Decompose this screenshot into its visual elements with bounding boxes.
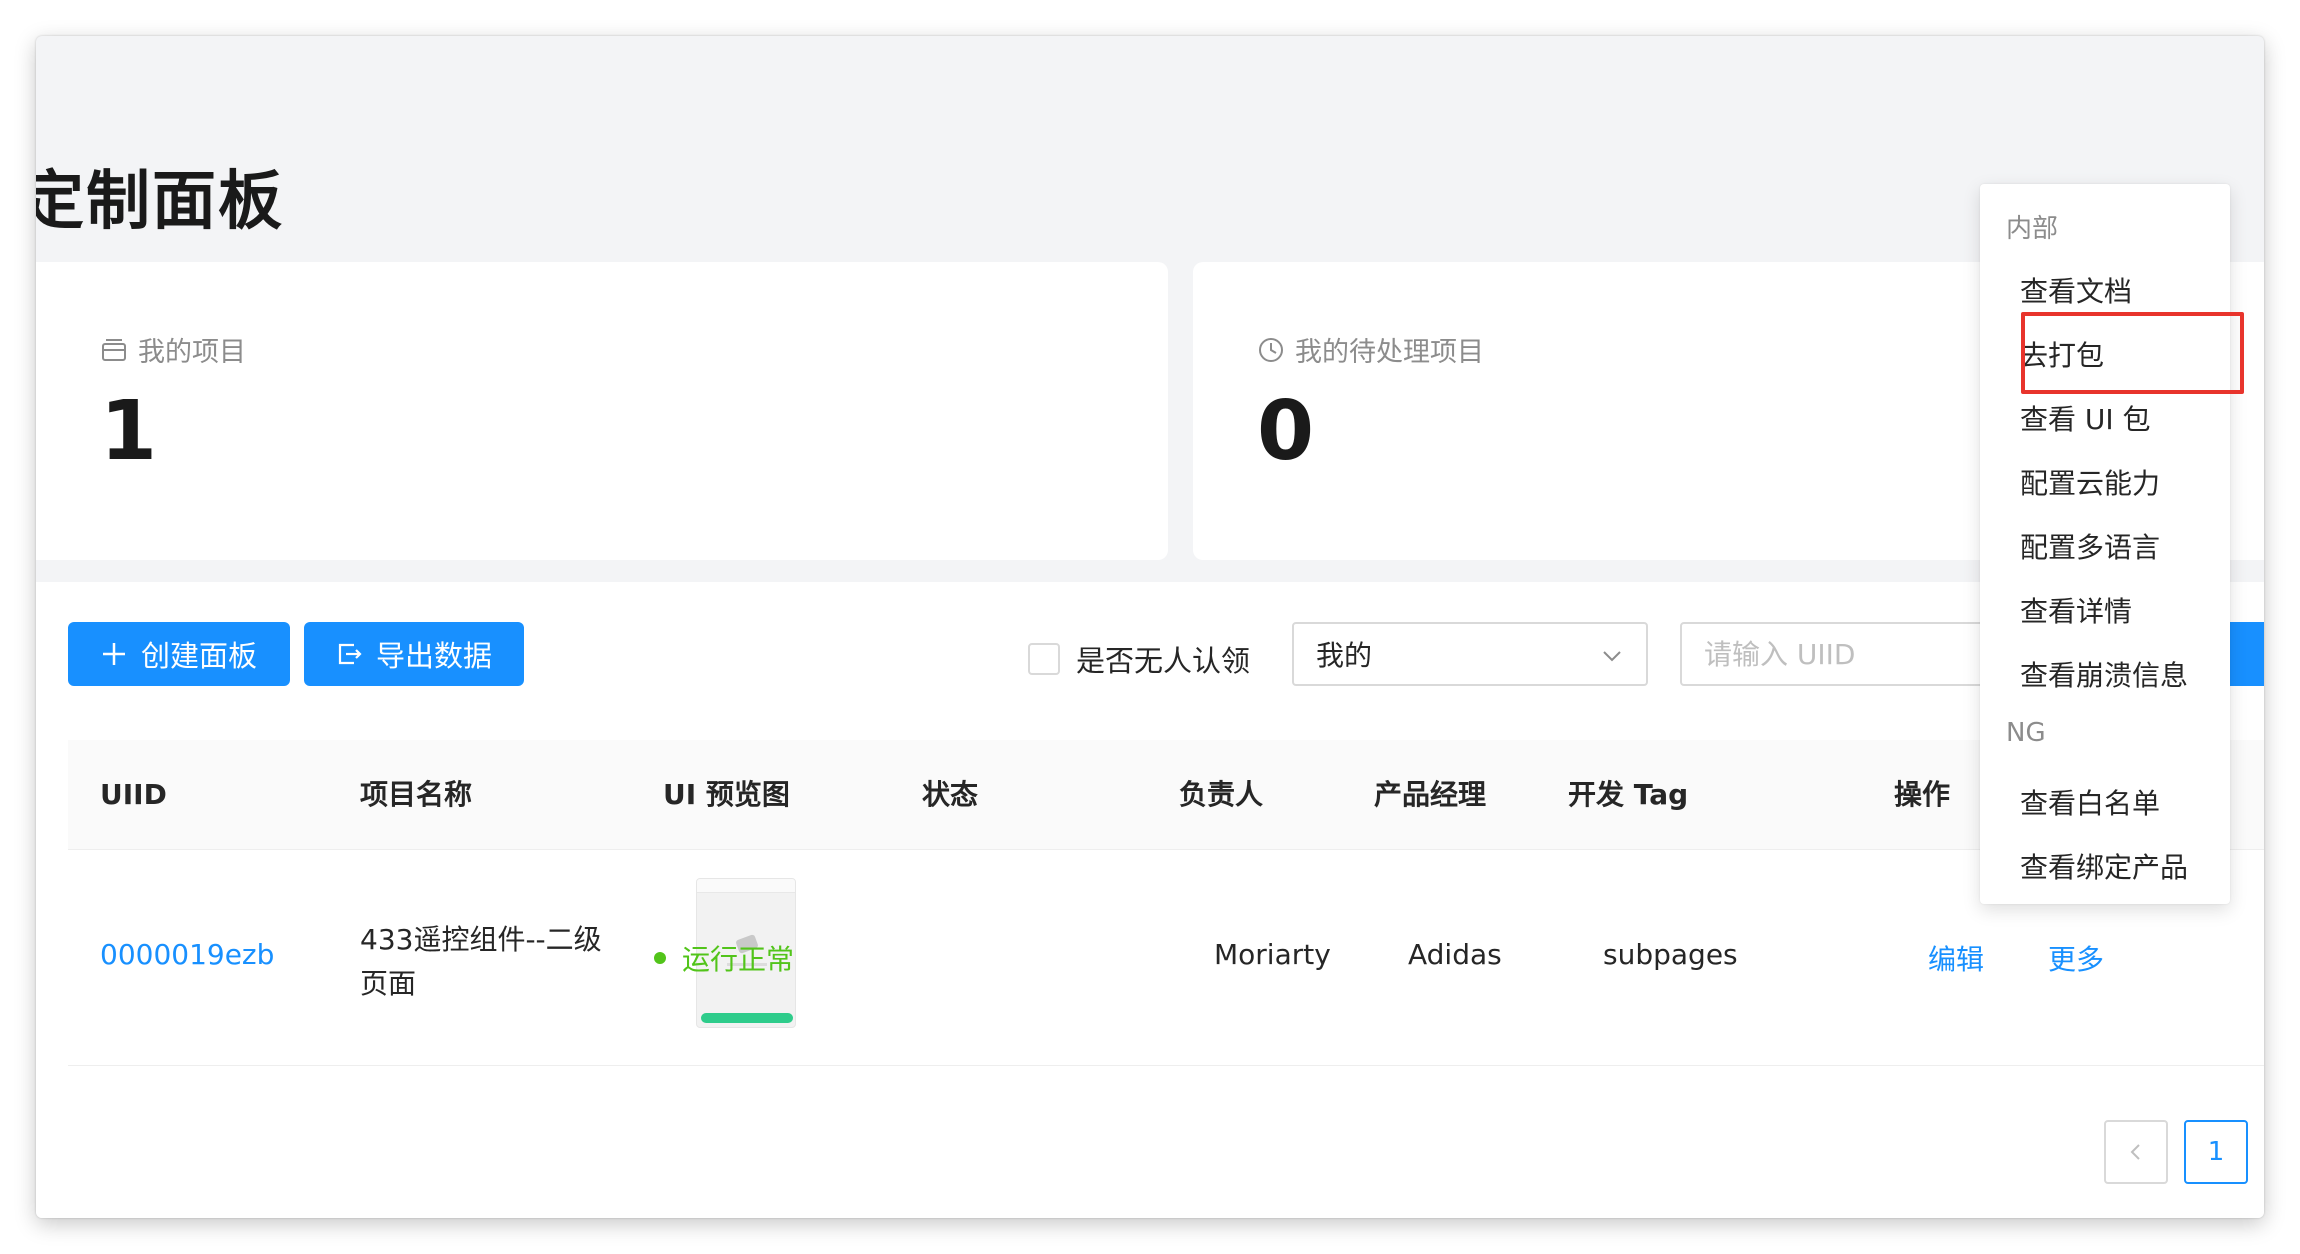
my-projects-card: 我的项目 1 bbox=[36, 262, 1168, 560]
menu-item-view-docs[interactable]: 查看文档 bbox=[2020, 270, 2132, 310]
col-pm: 产品经理 bbox=[1374, 778, 1487, 811]
more-actions-dropdown: 内部 查看文档 去打包 查看 UI 包 配置云能力 配置多语言 查看详情 查看崩… bbox=[1980, 184, 2230, 904]
my-projects-label-group: 我的项目 bbox=[100, 330, 246, 369]
row-project-name: 433遥控组件--二级页面 bbox=[360, 923, 602, 1000]
export-data-button[interactable]: 导出数据 bbox=[304, 622, 524, 686]
export-icon bbox=[338, 643, 362, 665]
create-panel-button[interactable]: 创建面板 bbox=[68, 622, 290, 686]
export-data-label: 导出数据 bbox=[375, 639, 492, 673]
row-dev-tag: subpages bbox=[1603, 938, 1738, 971]
row-uiid-link[interactable]: 0000019ezb bbox=[100, 938, 274, 971]
unclaimed-label: 是否无人认领 bbox=[1076, 644, 1251, 678]
chevron-down-icon bbox=[1603, 651, 1621, 662]
table-row: 0000019ezb 433遥控组件--二级页面 运行正常 Moriarty A… bbox=[68, 850, 2264, 1066]
scope-select-value: 我的 bbox=[1316, 639, 1373, 672]
row-owner: Moriarty bbox=[1214, 938, 1331, 971]
app-window: 定制面板 我的项目 1 我的待处理项目 0 创建面板 导出数据 是否无人认领 我… bbox=[36, 36, 2264, 1218]
col-actions: 操作 bbox=[1894, 778, 1951, 811]
menu-item-whitelist[interactable]: 查看白名单 bbox=[2020, 782, 2160, 822]
page-title: 定制面板 bbox=[36, 165, 284, 239]
row-more-link[interactable]: 更多 bbox=[2048, 938, 2104, 978]
col-dev-tag: 开发 Tag bbox=[1568, 778, 1689, 811]
main-panel: 创建面板 导出数据 是否无人认领 我的 UIID 项目名称 bbox=[36, 582, 2264, 1218]
menu-item-cloud-config[interactable]: 配置云能力 bbox=[2020, 462, 2160, 502]
my-projects-label: 我的项目 bbox=[138, 337, 246, 368]
col-project-name: 项目名称 bbox=[360, 778, 473, 811]
table-header: UIID 项目名称 UI 预览图 状态 负责人 产品经理 开发 Tag 操作 bbox=[68, 740, 2264, 850]
status-dot-icon bbox=[654, 952, 666, 964]
clock-icon bbox=[1259, 337, 1283, 362]
pending-label: 我的待处理项目 bbox=[1295, 337, 1484, 368]
menu-item-view-details[interactable]: 查看详情 bbox=[2020, 590, 2132, 630]
scope-select[interactable]: 我的 bbox=[1292, 622, 1648, 686]
pending-count: 0 bbox=[1257, 384, 1315, 479]
col-owner: 负责人 bbox=[1179, 778, 1264, 811]
menu-item-i18n-config[interactable]: 配置多语言 bbox=[2020, 526, 2160, 566]
pagination-prev-button[interactable] bbox=[2104, 1120, 2168, 1184]
chevron-left-icon bbox=[2130, 1144, 2140, 1160]
pagination-page-1[interactable]: 1 bbox=[2184, 1120, 2248, 1184]
projects-table: UIID 项目名称 UI 预览图 状态 负责人 产品经理 开发 Tag 操作 0… bbox=[68, 740, 2264, 1066]
menu-item-view-ui-package[interactable]: 查看 UI 包 bbox=[2020, 398, 2151, 438]
row-pm: Adidas bbox=[1408, 938, 1502, 971]
unclaimed-checkbox[interactable] bbox=[1028, 643, 1060, 675]
menu-item-crash-info[interactable]: 查看崩溃信息 bbox=[2020, 654, 2188, 694]
plus-icon bbox=[102, 643, 125, 665]
folder-icon bbox=[102, 338, 126, 361]
my-projects-count: 1 bbox=[100, 384, 158, 479]
create-panel-label: 创建面板 bbox=[140, 639, 257, 673]
col-status: 状态 bbox=[922, 778, 979, 811]
row-status: 运行正常 bbox=[654, 938, 794, 978]
dropdown-group-ng: NG bbox=[2006, 718, 2046, 748]
pending-label-group: 我的待处理项目 bbox=[1257, 330, 1484, 369]
col-uiid: UIID bbox=[100, 778, 167, 811]
col-ui-preview: UI 预览图 bbox=[663, 778, 790, 811]
row-status-text: 运行正常 bbox=[682, 943, 795, 976]
menu-item-bound-products[interactable]: 查看绑定产品 bbox=[2020, 846, 2188, 886]
unclaimed-filter[interactable]: 是否无人认领 bbox=[1028, 638, 1250, 680]
dropdown-group-internal: 内部 bbox=[2006, 214, 2059, 244]
row-edit-link[interactable]: 编辑 bbox=[1928, 938, 1984, 978]
menu-item-package[interactable]: 去打包 bbox=[2020, 334, 2104, 374]
